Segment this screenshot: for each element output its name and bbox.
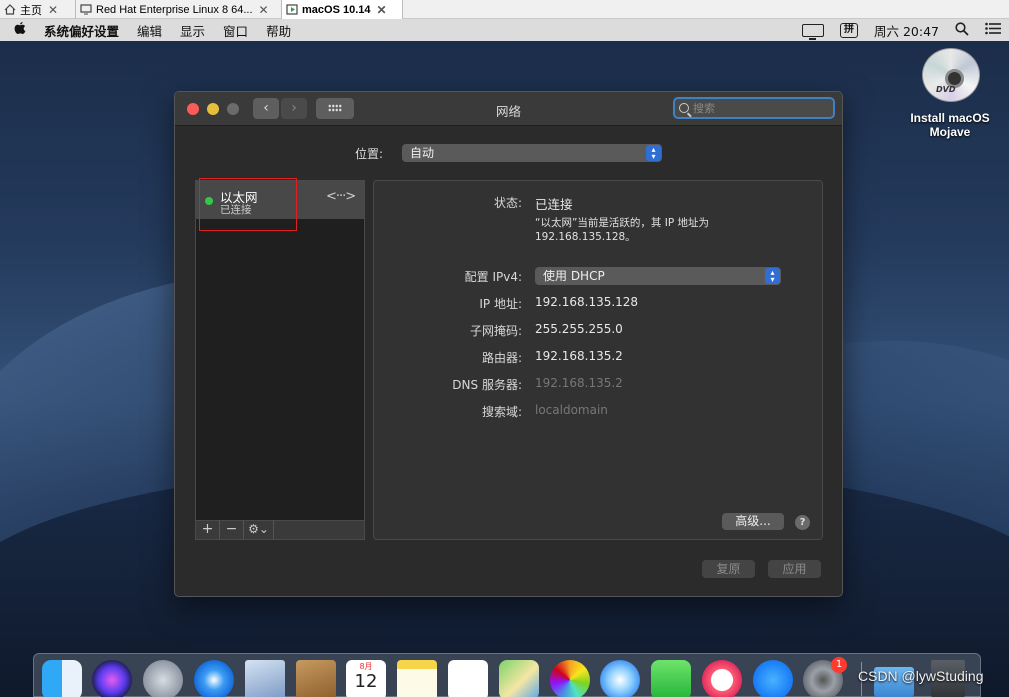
messages-icon[interactable] <box>600 660 640 697</box>
tab-rhel[interactable]: Red Hat Enterprise Linux 8 64... ✕ <box>76 0 282 19</box>
apply-button[interactable]: 应用 <box>768 560 821 578</box>
detail-panel: 状态: 已连接 “以太网”当前是活跃的，其 IP 地址为 192.168.135… <box>373 180 823 540</box>
menu-clock[interactable]: 周六 20:47 <box>874 21 939 40</box>
safari-icon[interactable] <box>194 660 234 697</box>
mail-icon[interactable] <box>245 660 285 697</box>
location-value: 自动 <box>410 146 435 160</box>
ipv4-value: 使用 DHCP <box>543 269 605 283</box>
spotlight-icon[interactable] <box>955 21 969 39</box>
router-value: 192.168.135.2 <box>535 349 623 363</box>
maps-icon[interactable] <box>499 660 539 697</box>
advanced-button[interactable]: 高级... <box>722 513 784 530</box>
notification-badge: 1 <box>831 657 847 673</box>
annotation-highlight-box <box>199 178 297 231</box>
subnet-mask-label: 子网掩码: <box>469 324 522 338</box>
service-toolbar: + − ⚙⌄ <box>195 521 365 540</box>
gear-menu-button[interactable]: ⚙⌄ <box>244 521 274 539</box>
dvd-label[interactable]: Install macOS Mojave <box>900 111 1000 139</box>
window-titlebar[interactable]: ‹ › 网络 <box>175 92 842 126</box>
tab-label: Red Hat Enterprise Linux 8 64... <box>96 3 253 16</box>
close-icon[interactable]: ✕ <box>259 3 269 17</box>
dvd-disc-icon[interactable]: DVD <box>920 48 982 104</box>
ipv4-select[interactable]: 使用 DHCP ▴ ▾ <box>535 267 781 285</box>
revert-button[interactable]: 复原 <box>702 560 755 578</box>
updown-icon: ▴ ▾ <box>646 145 661 161</box>
dvd-label-line: Install macOS <box>910 111 990 125</box>
itunes-icon[interactable] <box>702 660 742 697</box>
location-select[interactable]: 自动 ▴ ▾ <box>402 144 662 162</box>
input-method-icon[interactable]: 拼 <box>840 22 858 38</box>
status-description-line: “以太网”当前是活跃的，其 IP 地址为 <box>535 217 709 229</box>
help-button[interactable]: ? <box>795 515 810 530</box>
home-icon <box>4 4 16 15</box>
contacts-icon[interactable] <box>296 660 336 697</box>
network-preferences-window: ‹ › 网络 位置: 自动 ▴▾ 以太网 已连接 <···> + − ⚙⌄ <box>174 91 843 597</box>
search-input[interactable] <box>693 101 823 115</box>
vm-tab-strip: 主页 ✕ Red Hat Enterprise Linux 8 64... ✕ … <box>0 0 1009 19</box>
vm-running-icon <box>286 4 298 15</box>
finder-icon[interactable] <box>42 660 82 697</box>
status-description: “以太网”当前是活跃的，其 IP 地址为 192.168.135.128。 <box>535 216 805 244</box>
calendar-icon[interactable]: 8月 12 <box>346 660 386 697</box>
updown-icon: ▴ ▾ <box>765 268 780 284</box>
dvd-label-line: Mojave <box>929 125 971 139</box>
reminders-icon[interactable] <box>448 660 488 697</box>
launchpad-icon[interactable] <box>143 660 183 697</box>
ip-address-value: 192.168.135.128 <box>535 295 639 309</box>
vm-icon <box>80 4 92 15</box>
app-store-icon[interactable] <box>753 660 793 697</box>
dock: 8月 12 1 <box>33 653 981 697</box>
menu-bar: 系统偏好设置 编辑 显示 窗口 帮助 拼 周六 20:47 <box>0 19 1009 41</box>
calendar-day: 12 <box>354 671 378 692</box>
apple-menu-icon[interactable] <box>0 21 40 39</box>
dns-value: 192.168.135.2 <box>535 376 623 390</box>
router-label: 路由器: <box>481 351 522 365</box>
ethernet-arrows-icon: <···> <box>326 189 356 204</box>
location-label: 位置: <box>355 147 384 161</box>
close-icon[interactable]: ✕ <box>377 3 387 17</box>
dvd-text: DVD <box>936 85 956 94</box>
close-icon[interactable]: ✕ <box>48 3 58 17</box>
status-description-line: 192.168.135.128。 <box>535 231 636 243</box>
notification-center-icon[interactable] <box>985 22 1001 38</box>
search-domain-label: 搜索域: <box>481 405 522 419</box>
facetime-icon[interactable] <box>651 660 691 697</box>
tab-label: macOS 10.14 <box>302 3 371 16</box>
tab-macos[interactable]: macOS 10.14 ✕ <box>282 0 403 19</box>
status-label: 状态: <box>493 196 522 210</box>
subnet-mask-value: 255.255.255.0 <box>535 322 623 336</box>
tab-home[interactable]: 主页 ✕ <box>0 0 76 19</box>
add-service-button[interactable]: + <box>196 521 220 539</box>
status-value: 已连接 <box>535 197 573 212</box>
remove-service-button[interactable]: − <box>220 521 244 539</box>
ip-address-label: IP 地址: <box>479 297 522 311</box>
notes-icon[interactable] <box>397 660 437 697</box>
watermark: CSDN @lywStuding <box>858 668 984 684</box>
menu-view[interactable]: 显示 <box>171 21 214 40</box>
tab-label: 主页 <box>20 4 42 17</box>
ipv4-label: 配置 IPv4: <box>464 270 522 284</box>
menu-help[interactable]: 帮助 <box>257 21 300 40</box>
search-icon <box>679 103 689 113</box>
dns-label: DNS 服务器: <box>452 378 522 392</box>
search-domain-value: localdomain <box>535 403 608 417</box>
menu-edit[interactable]: 编辑 <box>128 21 171 40</box>
search-field[interactable] <box>673 97 835 119</box>
photos-icon[interactable] <box>550 660 590 697</box>
siri-icon[interactable] <box>92 660 132 697</box>
service-list[interactable]: 以太网 已连接 <···> <box>195 180 365 521</box>
display-mirroring-icon[interactable] <box>802 23 824 40</box>
menu-app-name[interactable]: 系统偏好设置 <box>40 21 128 40</box>
menu-window[interactable]: 窗口 <box>214 21 257 40</box>
